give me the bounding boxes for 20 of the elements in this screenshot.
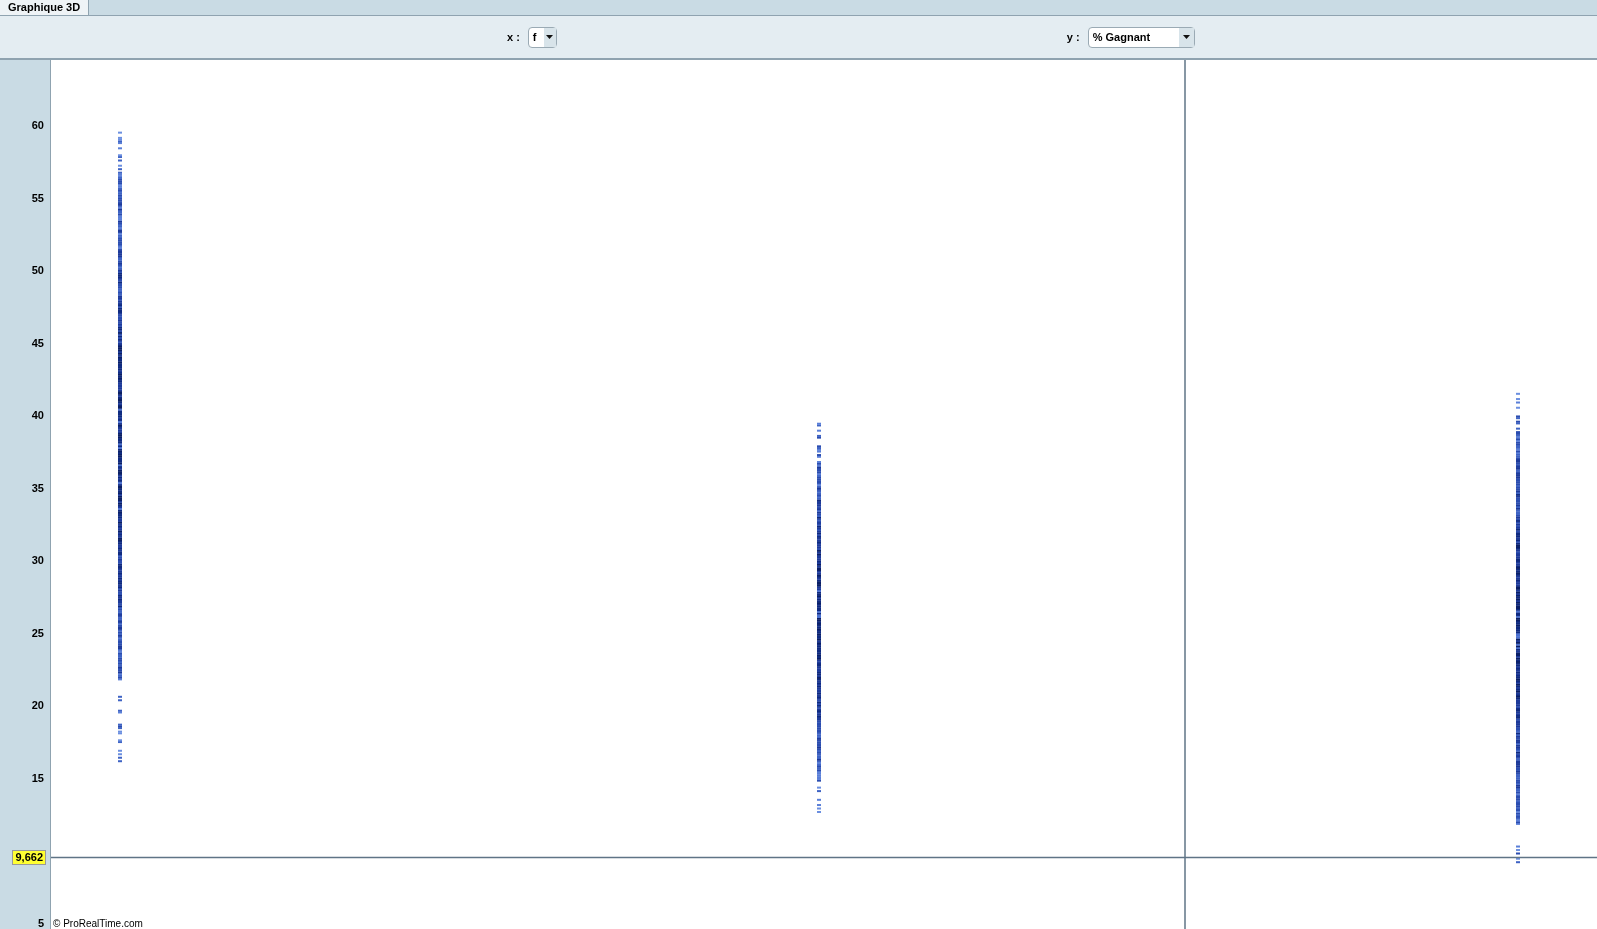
copyright-text: © ProRealTime.com [53, 918, 143, 929]
axis-label: 35 [31, 481, 44, 494]
axis-label: 55 [31, 191, 44, 204]
axis-label: 40 [31, 409, 44, 422]
x-dropdown[interactable]: f [527, 26, 557, 48]
axis-label: 30 [31, 554, 44, 567]
crosshair-value-label: 9,662 [12, 850, 46, 866]
caret-icon [1178, 27, 1194, 47]
axis-label: 45 [31, 336, 44, 349]
caret-icon [543, 27, 556, 47]
y-label: y : [1066, 29, 1080, 45]
axis-label: 50 [31, 264, 44, 277]
axis-label: 20 [31, 699, 44, 712]
axis-label: 60 [31, 119, 44, 131]
x-label: x : [507, 29, 520, 45]
axis-label: 15 [31, 771, 44, 784]
axis-label: 25 [31, 626, 44, 639]
axis-label: 5 [37, 917, 44, 929]
chart-tab[interactable]: Graphique 3D [0, 0, 90, 15]
y-dropdown[interactable]: % Gagnant [1087, 26, 1195, 48]
